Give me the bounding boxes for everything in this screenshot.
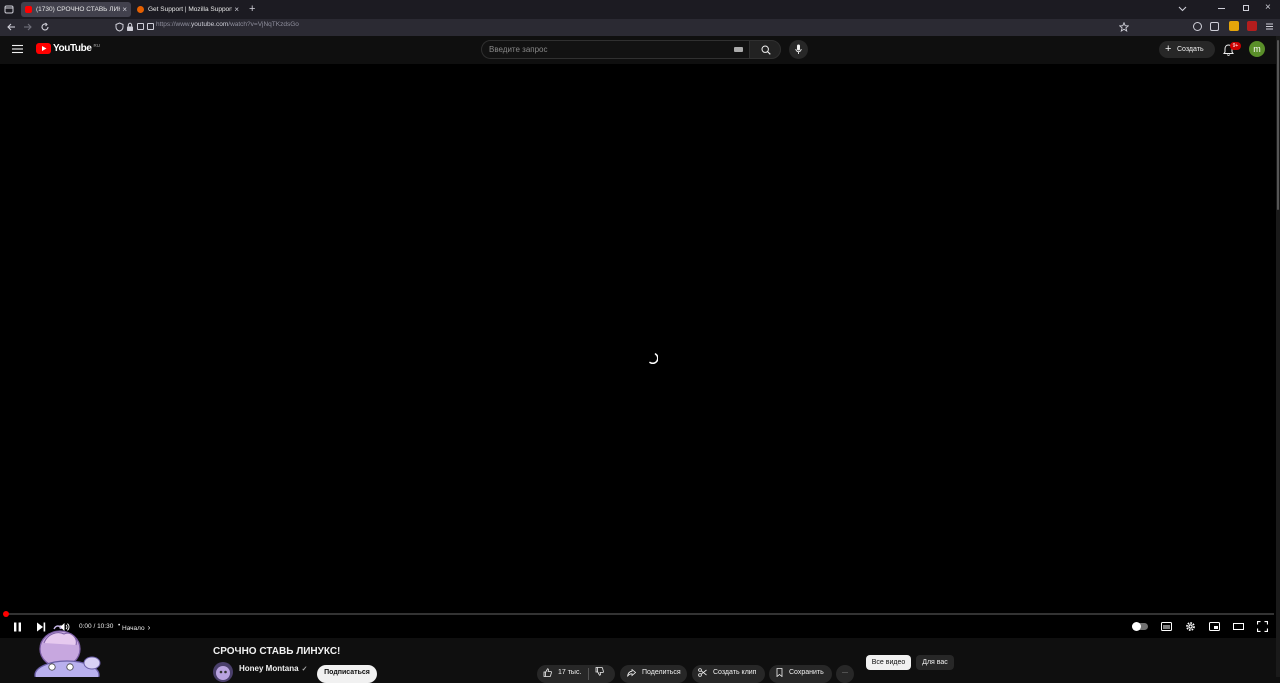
list-tabs-icon[interactable] — [1178, 4, 1187, 13]
tab-youtube[interactable]: (1730) СРОЧНО СТАВЬ ЛИНУК × — [21, 2, 131, 17]
fullscreen-icon[interactable] — [1257, 621, 1268, 632]
tab-title: Get Support | Mozilla Support — [148, 6, 232, 13]
user-avatar[interactable]: m — [1249, 41, 1265, 57]
extension-badge-icon[interactable] — [1229, 21, 1239, 31]
minimize-icon[interactable] — [1218, 8, 1225, 9]
ublock-icon[interactable] — [1247, 21, 1257, 31]
save-button[interactable]: Сохранить — [769, 665, 832, 683]
dislike-button[interactable] — [595, 667, 604, 676]
scissors-icon — [698, 668, 707, 677]
restore-icon[interactable] — [1243, 5, 1249, 11]
url-path: /watch?v=VjNqTKzdsGo — [228, 21, 299, 28]
youtube-logo[interactable]: YouTube RU — [36, 43, 100, 54]
chapter-title[interactable]: Начало › — [122, 623, 150, 632]
autoplay-toggle[interactable] — [1132, 622, 1148, 631]
theater-mode-icon[interactable] — [1233, 623, 1244, 630]
autoplay-toggle-knob — [1132, 622, 1141, 631]
share-icon — [627, 668, 636, 677]
url-domain: youtube.com — [191, 21, 229, 28]
channel-name[interactable]: Honey Montana ✓ — [239, 664, 307, 673]
window-close-icon[interactable]: × — [1265, 2, 1271, 13]
chip-for-you[interactable]: Для вас — [916, 655, 954, 670]
tracking-shield-icon[interactable] — [115, 22, 124, 32]
like-dislike-divider — [588, 668, 589, 680]
youtube-logo-text: YouTube — [53, 43, 92, 54]
channel-mascot-image — [30, 625, 105, 677]
back-icon[interactable] — [6, 22, 16, 32]
save-label: Сохранить — [789, 669, 824, 676]
search-button[interactable] — [749, 40, 781, 59]
verified-badge-icon: ✓ — [301, 666, 308, 673]
thumbs-down-icon — [595, 667, 604, 676]
permissions-icon[interactable] — [137, 23, 144, 30]
share-label: Поделиться — [642, 669, 681, 676]
plus-icon: + — [1165, 43, 1172, 55]
url-prefix: https://www. — [156, 21, 192, 28]
firefox-view-icon[interactable] — [4, 4, 14, 14]
chapter-separator: • — [118, 622, 121, 629]
create-clip-button[interactable]: Создать клип — [692, 665, 765, 683]
progress-bar[interactable] — [6, 613, 1274, 615]
account-icon[interactable] — [1193, 22, 1202, 31]
reload-icon[interactable] — [40, 22, 50, 32]
more-actions-button[interactable]: ··· — [836, 665, 854, 683]
app-menu-icon[interactable] — [1265, 22, 1274, 31]
create-label: Создать — [1177, 46, 1204, 53]
subscribe-button[interactable]: Подписаться — [317, 665, 377, 683]
notifications-badge: 9+ — [1230, 42, 1241, 50]
subtitles-icon[interactable] — [1161, 622, 1172, 631]
youtube-play-logo-icon — [36, 43, 51, 54]
chevron-right-icon: › — [147, 623, 151, 632]
search-input[interactable]: Введите запрос — [489, 45, 548, 54]
create-button[interactable]: + Создать — [1159, 41, 1215, 58]
channel-name-text: Honey Montana — [239, 664, 299, 673]
chip-all-videos[interactable]: Все видео — [866, 655, 911, 670]
voice-search-button[interactable] — [789, 40, 808, 59]
url-bar[interactable]: https://www.youtube.com/watch?v=VjNqTKzd… — [156, 21, 299, 28]
settings-gear-icon[interactable] — [1185, 621, 1196, 632]
pause-icon[interactable] — [13, 622, 22, 632]
share-button[interactable]: Поделиться — [620, 665, 687, 683]
microphone-icon — [795, 44, 802, 54]
miniplayer-icon[interactable] — [1209, 622, 1220, 631]
like-count: 17 тыс. — [558, 669, 582, 676]
keyboard-icon[interactable] — [734, 47, 743, 52]
new-tab-icon[interactable]: + — [249, 3, 255, 15]
youtube-favicon-icon — [25, 6, 32, 13]
close-tab-icon[interactable]: × — [234, 5, 239, 14]
progress-scrubber[interactable] — [3, 611, 9, 617]
search-icon — [761, 45, 771, 55]
scrollbar-thumb[interactable] — [1277, 40, 1279, 210]
like-button[interactable]: 17 тыс. — [537, 668, 581, 677]
video-player[interactable] — [0, 64, 1276, 638]
region-code: RU — [93, 42, 101, 48]
chapter-label: Начало — [122, 625, 145, 632]
thumbs-up-icon — [543, 668, 552, 677]
tab-mozilla-support[interactable]: Get Support | Mozilla Support × — [133, 2, 243, 17]
like-dislike-group: 17 тыс. — [537, 665, 615, 683]
tab-title: (1730) СРОЧНО СТАВЬ ЛИНУК — [36, 6, 120, 13]
loading-spinner-icon — [646, 352, 658, 364]
guide-menu-icon[interactable] — [12, 44, 23, 54]
channel-avatar[interactable] — [213, 662, 233, 682]
bookmark-star-icon[interactable] — [1119, 22, 1129, 32]
firefox-favicon-icon — [137, 6, 144, 13]
clip-label: Создать клип — [713, 669, 757, 676]
forward-icon[interactable] — [23, 22, 33, 32]
extensions-icon[interactable] — [1210, 22, 1219, 31]
video-title: СРОЧНО СТАВЬ ЛИНУКС! — [213, 646, 341, 657]
bookmark-icon — [776, 668, 783, 677]
close-tab-icon[interactable]: × — [122, 5, 127, 14]
reader-icon[interactable] — [147, 23, 154, 30]
lock-icon[interactable] — [126, 22, 134, 32]
